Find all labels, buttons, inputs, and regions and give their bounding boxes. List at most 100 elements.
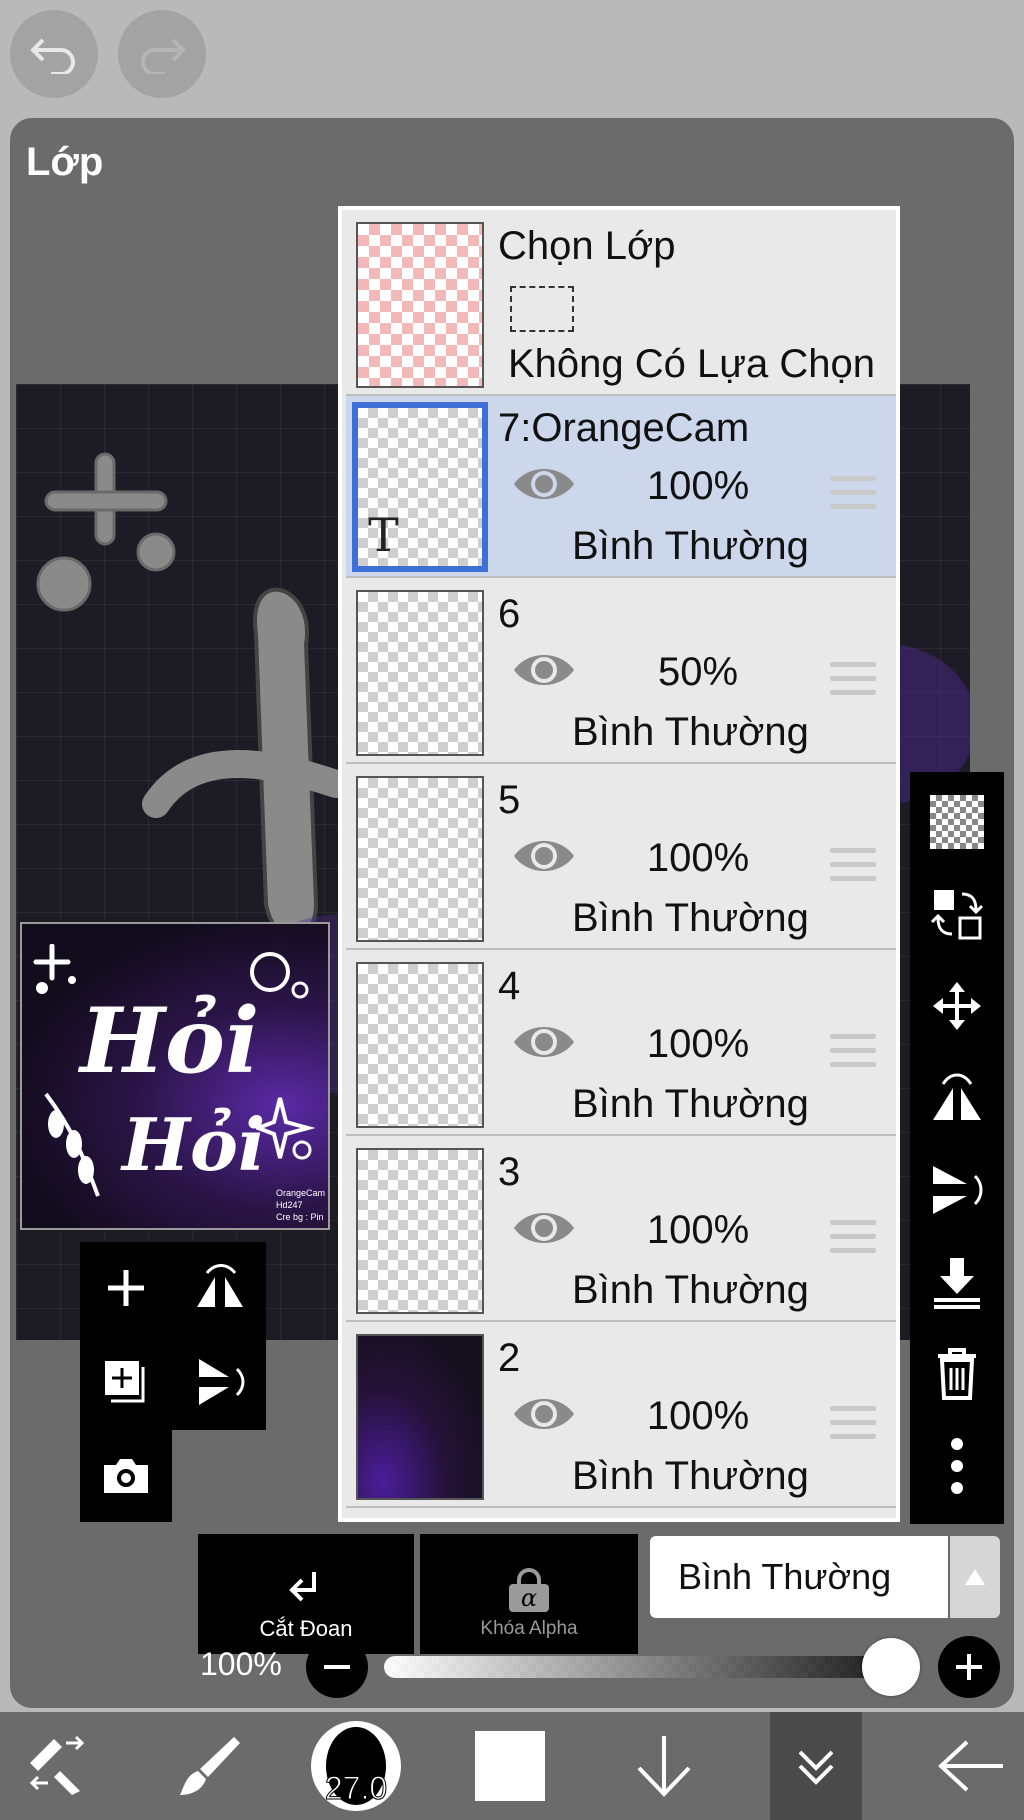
layer-row-4[interactable]: 4 100% Bình Thường [346,954,896,1136]
color-swatch [475,1731,545,1801]
eye-icon[interactable] [510,1206,578,1250]
layers-panel-button[interactable] [770,1712,862,1820]
transparency-button[interactable] [910,776,1004,868]
chevrons-down-icon [798,1750,834,1785]
drag-handle-icon[interactable] [830,848,876,890]
alpha-lock-label: Khóa Alpha [480,1618,578,1639]
layer-opacity: 100% [646,1208,750,1252]
duplicate-layer-button[interactable] [80,1336,172,1428]
merge-down-button[interactable] [910,1236,1004,1328]
layer-row-6[interactable]: 6 50% Bình Thường [346,582,896,764]
transform-icon [29,1735,85,1795]
layer-down-button[interactable] [620,1712,708,1820]
layer-row-3[interactable]: 3 100% Bình Thường [346,1140,896,1322]
drag-handle-icon[interactable] [830,1406,876,1448]
layer-name: 7:OrangeCam [498,406,750,450]
layer-opacity: 100% [646,836,750,880]
camera-icon [104,1459,148,1493]
flip-horizontal-layer-button[interactable] [910,1052,1004,1144]
camera-button[interactable] [80,1430,172,1522]
selection-layer-thumbnail [356,222,484,388]
flip-horizontal-icon [933,1073,981,1120]
layer-opacity: 100% [646,1022,750,1066]
canvas-preview[interactable]: Hỏi Hỏi OrangeCam Hd247 Cre bg : Pin [20,922,330,1230]
preview-title-2: Hỏi [122,1102,266,1187]
transform-tool-button[interactable] [14,1712,104,1820]
undo-button[interactable] [10,10,98,98]
flip-vertical-layer-button[interactable] [910,1144,1004,1236]
layer-blend-mode: Bình Thường [572,524,809,568]
preview-credit-3: Cre bg : Pin [276,1212,324,1222]
clipping-button[interactable]: Cắt Đoạn [198,1534,414,1654]
layer-opacity: 50% [657,650,739,694]
more-options-button[interactable] [910,1420,1004,1512]
brush-size-value: 27.0 [324,1770,388,1807]
alpha-glyph: α [509,1584,549,1612]
trash-icon [938,1348,976,1400]
opacity-slider-thumb[interactable] [862,1638,920,1696]
duplicate-icon [105,1361,145,1403]
eye-icon[interactable] [510,1020,578,1064]
flip-horizontal-button[interactable] [174,1242,266,1334]
eye-icon[interactable] [510,1392,578,1436]
flip-vertical-icon [933,1166,983,1214]
selection-layer-row[interactable]: Chọn Lớp Không Có Lựa Chọn [346,210,896,396]
brush-size-indicator: 27.0 [311,1721,401,1811]
alpha-lock-button[interactable]: α Khóa Alpha [420,1534,638,1654]
drag-handle-icon[interactable] [830,1220,876,1262]
delete-layer-button[interactable] [910,1328,1004,1420]
brush-icon [180,1737,240,1795]
layer-thumbnail [356,1334,484,1500]
layer-blend-mode: Bình Thường [572,1268,809,1312]
layer-blend-mode: Bình Thường [572,1454,809,1498]
color-button[interactable] [474,1712,546,1820]
layer-name: 3 [498,1150,521,1194]
arrow-down-icon [637,1736,691,1797]
redo-icon [141,38,186,74]
redo-button[interactable] [118,10,206,98]
minus-icon [324,1665,350,1669]
eye-icon[interactable] [510,648,578,692]
layer-thumbnail [356,590,484,756]
layer-thumbnail [356,776,484,942]
brush-tool-button[interactable] [164,1712,254,1820]
undo-icon [30,38,75,74]
plus-icon [108,1270,144,1306]
flip-vertical-icon [199,1359,245,1405]
selection-layer-title: Chọn Lớp [498,224,676,268]
move-button[interactable] [910,960,1004,1052]
brush-size-button[interactable]: 27.0 [308,1712,404,1820]
layer-list[interactable]: Chọn Lớp Không Có Lựa Chọn T 7:OrangeCam… [338,206,900,1522]
eye-icon[interactable] [510,834,578,878]
back-button[interactable] [926,1712,1016,1820]
flip-horizontal-icon [197,1264,243,1307]
preview-credit-2: Hd247 [276,1200,303,1210]
swap-layer-button[interactable] [910,868,1004,960]
arrow-left-icon [938,1740,1003,1792]
opacity-value-label: 100% [200,1646,282,1682]
layer-row-7[interactable]: T 7:OrangeCam 100% Bình Thường [346,396,896,578]
layer-blend-mode: Bình Thường [572,1082,809,1126]
leaf-icon [44,1092,100,1197]
clip-arrow-icon [289,1572,316,1602]
blend-mode-dropdown-button[interactable] [950,1536,1000,1618]
flip-vertical-button[interactable] [174,1336,266,1428]
drag-handle-icon[interactable] [830,662,876,704]
opacity-decrease-button[interactable] [306,1636,368,1698]
layer-row-5[interactable]: 5 100% Bình Thường [346,768,896,950]
layer-blend-mode: Bình Thường [572,896,809,940]
drag-handle-icon[interactable] [830,1034,876,1076]
preview-title-1: Hỏi [80,988,260,1094]
star-icon [256,1097,316,1160]
layer-name: 5 [498,778,521,822]
layer-row-2[interactable]: 2 100% Bình Thường [346,1326,896,1508]
opacity-slider[interactable] [384,1656,904,1678]
blend-mode-value: Bình Thường [678,1556,892,1597]
preview-credit-1: OrangeCam [276,1188,326,1198]
opacity-increase-button[interactable] [938,1636,1000,1698]
add-layer-button[interactable] [80,1242,172,1334]
eye-icon[interactable] [510,462,578,506]
blend-mode-select[interactable]: Bình Thường [650,1536,948,1618]
layer-actions-bar [910,772,1004,1524]
drag-handle-icon[interactable] [830,476,876,518]
